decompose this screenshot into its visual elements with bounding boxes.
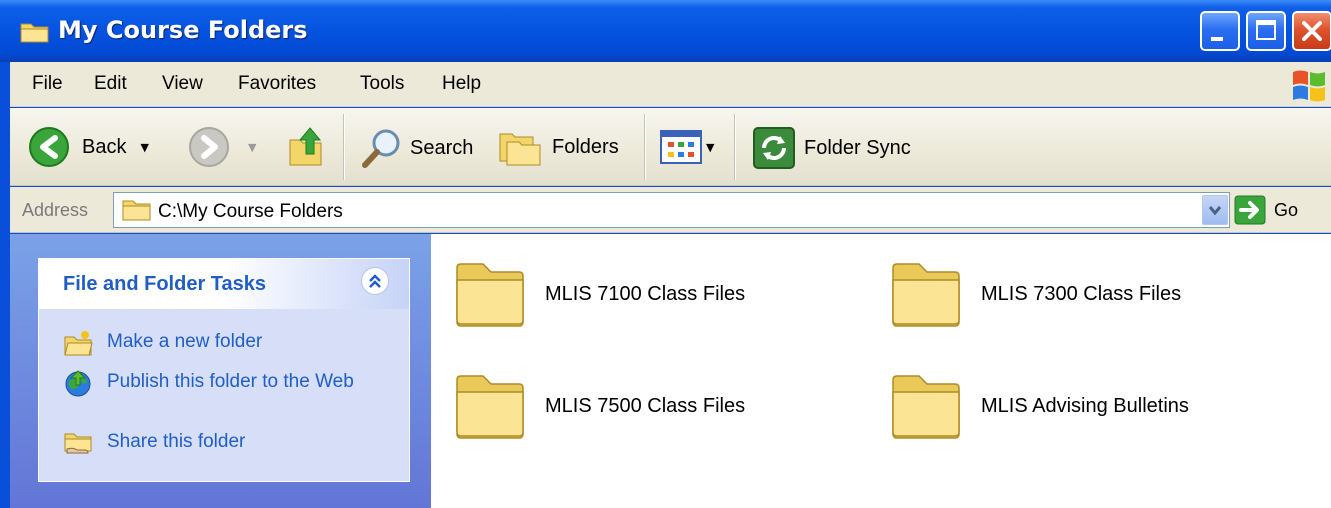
folder-name: MLIS Advising Bulletins bbox=[981, 394, 1189, 417]
folder-icon bbox=[892, 375, 960, 439]
toolbar-separator bbox=[343, 114, 345, 180]
task-publish-folder[interactable]: Publish this folder to the Web bbox=[63, 369, 357, 397]
back-dropdown-icon[interactable]: ▼ bbox=[140, 141, 148, 154]
menu-edit[interactable]: Edit bbox=[94, 73, 127, 95]
task-panel-header[interactable]: File and Folder Tasks bbox=[39, 259, 409, 309]
file-folder-tasks-panel: File and Folder Tasks Make a new folder bbox=[38, 258, 410, 482]
back-arrow-icon bbox=[29, 127, 69, 167]
folder-icon bbox=[456, 375, 524, 439]
menu-view[interactable]: View bbox=[162, 73, 203, 95]
task-label: Make a new folder bbox=[107, 331, 263, 352]
toolbar: Back ▼ ▼ Search Folders ▼ Folder Sync bbox=[10, 108, 1331, 186]
minimize-icon bbox=[1211, 37, 1223, 41]
up-folder-icon bbox=[289, 127, 322, 166]
menu-bar: File Edit View Favorites Tools Help bbox=[10, 62, 1331, 107]
minimize-button[interactable] bbox=[1200, 11, 1240, 51]
chevron-up-double-icon bbox=[369, 274, 381, 288]
menu-help[interactable]: Help bbox=[442, 73, 481, 95]
go-button[interactable]: Go bbox=[1234, 195, 1298, 225]
address-dropdown-button[interactable] bbox=[1202, 195, 1228, 225]
folder-icon bbox=[892, 263, 960, 327]
task-make-new-folder[interactable]: Make a new folder bbox=[63, 329, 357, 357]
maximize-button[interactable] bbox=[1246, 11, 1286, 51]
task-panel-title: File and Folder Tasks bbox=[63, 273, 267, 295]
folder-icon bbox=[122, 200, 151, 221]
windows-logo-icon bbox=[1293, 70, 1325, 102]
folder-contents: MLIS 7100 Class Files MLIS 7300 Class Fi… bbox=[431, 234, 1331, 508]
back-label: Back bbox=[82, 135, 127, 158]
folder-sync-button[interactable]: Folder Sync bbox=[752, 126, 911, 170]
toolbar-separator bbox=[644, 114, 646, 180]
publish-web-icon bbox=[65, 370, 91, 397]
chevron-down-icon bbox=[1208, 206, 1222, 216]
task-label: Publish this folder to the Web bbox=[107, 371, 354, 392]
address-input[interactable]: C:\My Course Folders bbox=[113, 192, 1230, 228]
folder-icon bbox=[20, 23, 49, 43]
folders-button[interactable]: Folders bbox=[498, 126, 619, 168]
close-button[interactable] bbox=[1292, 11, 1331, 51]
new-folder-icon bbox=[64, 331, 93, 356]
address-bar: Address C:\My Course Folders Go bbox=[10, 187, 1331, 233]
close-icon bbox=[1302, 21, 1322, 41]
folder-name: MLIS 7300 Class Files bbox=[981, 282, 1182, 305]
search-button[interactable]: Search bbox=[360, 126, 473, 170]
task-pane: File and Folder Tasks Make a new folder bbox=[10, 234, 431, 508]
forward-arrow-icon bbox=[189, 127, 229, 167]
maximize-icon bbox=[1256, 20, 1276, 40]
collapse-button[interactable] bbox=[361, 267, 389, 295]
title-bar[interactable]: My Course Folders bbox=[0, 0, 1331, 62]
explorer-window: My Course Folders File Edit View Favorit… bbox=[0, 0, 1331, 508]
folder-item[interactable]: MLIS 7300 Class Files bbox=[887, 258, 1181, 330]
menu-file[interactable]: File bbox=[32, 73, 63, 95]
up-folder-button[interactable] bbox=[286, 124, 326, 168]
window-title: My Course Folders bbox=[58, 16, 308, 44]
folder-icon bbox=[456, 263, 524, 327]
search-icon bbox=[362, 129, 400, 168]
folder-name: MLIS 7500 Class Files bbox=[545, 394, 746, 417]
folders-icon bbox=[499, 133, 541, 166]
forward-button[interactable]: ▼ bbox=[188, 126, 256, 168]
folder-sync-label: Folder Sync bbox=[804, 136, 911, 159]
forward-dropdown-icon[interactable]: ▼ bbox=[248, 141, 256, 154]
folders-label: Folders bbox=[552, 135, 619, 158]
views-button[interactable]: ▼ bbox=[660, 130, 714, 164]
menu-favorites[interactable]: Favorites bbox=[238, 73, 316, 95]
folder-item[interactable]: MLIS Advising Bulletins bbox=[887, 370, 1189, 442]
menu-tools[interactable]: Tools bbox=[360, 73, 404, 95]
folder-item[interactable]: MLIS 7500 Class Files bbox=[451, 370, 745, 442]
views-icon bbox=[660, 130, 702, 164]
address-label: Address bbox=[22, 200, 89, 220]
folder-name: MLIS 7100 Class Files bbox=[545, 282, 746, 305]
go-arrow-icon bbox=[1234, 195, 1266, 225]
share-folder-icon bbox=[64, 433, 92, 454]
folder-sync-icon bbox=[753, 127, 795, 169]
address-value: C:\My Course Folders bbox=[158, 201, 343, 222]
task-label: Share this folder bbox=[107, 431, 246, 452]
folder-item[interactable]: MLIS 7100 Class Files bbox=[451, 258, 745, 330]
task-share-folder[interactable]: Share this folder bbox=[63, 429, 357, 457]
toolbar-separator bbox=[734, 114, 736, 180]
go-label: Go bbox=[1274, 199, 1299, 220]
views-dropdown-icon[interactable]: ▼ bbox=[706, 141, 714, 154]
back-button[interactable]: Back ▼ bbox=[28, 126, 149, 168]
search-label: Search bbox=[410, 136, 474, 159]
